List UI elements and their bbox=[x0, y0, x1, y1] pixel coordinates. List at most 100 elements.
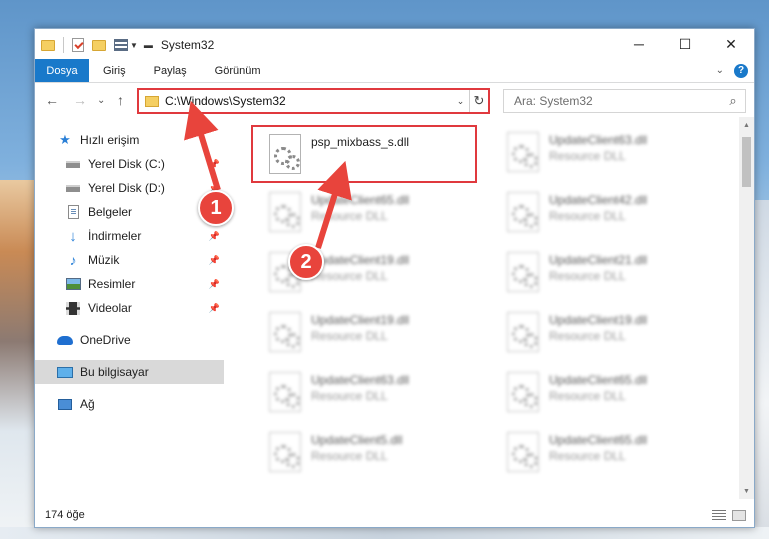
disk-icon bbox=[65, 180, 81, 196]
dll-file-icon bbox=[507, 192, 539, 232]
tab-file[interactable]: Dosya bbox=[35, 59, 89, 82]
expand-ribbon-icon[interactable]: ⌄ bbox=[716, 65, 724, 76]
sidebar-item-label: Müzik bbox=[88, 253, 120, 267]
sidebar-item-documents[interactable]: Belgeler 📌 bbox=[35, 200, 224, 224]
file-type: Resource DLL bbox=[549, 209, 626, 223]
properties-icon[interactable] bbox=[72, 38, 84, 52]
minimize-button[interactable]: ─ bbox=[616, 29, 662, 59]
star-icon: ★ bbox=[59, 132, 71, 147]
pin-icon[interactable]: 📌 bbox=[209, 159, 220, 170]
sidebar-item-downloads[interactable]: ↓ İndirmeler 📌 bbox=[35, 224, 224, 248]
sidebar-item-label: Yerel Disk (D:) bbox=[88, 181, 165, 195]
sidebar-item-disk-c[interactable]: Yerel Disk (C:) 📌 bbox=[35, 152, 224, 176]
navigation-row: ← → ⌄ ↑ C:\Windows\System32 ⌄ ↻ Ara: Sys… bbox=[35, 86, 754, 116]
scroll-up-icon[interactable]: ▲ bbox=[739, 117, 754, 133]
file-item[interactable]: UpdateClient19.dll Resource DLL bbox=[253, 245, 473, 301]
sidebar-item-label: Bu bilgisayar bbox=[80, 365, 149, 379]
view-dropdown-icon[interactable]: ▼ bbox=[130, 41, 138, 50]
window-controls: ─ ☐ ✕ bbox=[616, 29, 754, 59]
sidebar-item-music[interactable]: ♪ Müzik 📌 bbox=[35, 248, 224, 272]
pin-icon[interactable]: 📌 bbox=[209, 303, 220, 314]
file-item[interactable]: UpdateClient63.dll Resource DLL bbox=[253, 365, 473, 421]
customize-toolbar-icon[interactable]: ▬ bbox=[144, 40, 153, 50]
help-icon[interactable]: ? bbox=[734, 63, 748, 78]
music-icon: ♪ bbox=[69, 252, 77, 268]
file-name: UpdateClient65.dll bbox=[549, 433, 648, 447]
sidebar-item-label: Belgeler bbox=[88, 205, 133, 219]
file-type: Resource DLL bbox=[311, 389, 388, 403]
file-item[interactable]: UpdateClient65.dll Resource DLL bbox=[491, 365, 711, 421]
sidebar-item-pictures[interactable]: Resimler 📌 bbox=[35, 272, 224, 296]
search-box[interactable]: Ara: System32 ⌕ bbox=[503, 89, 746, 113]
back-button[interactable]: ← bbox=[45, 92, 59, 108]
vertical-scrollbar[interactable]: ▲ ▼ bbox=[739, 117, 754, 499]
recent-locations-button[interactable]: ⌄ bbox=[97, 95, 105, 106]
sidebar-item-disk-d[interactable]: Yerel Disk (D:) 📌 bbox=[35, 176, 224, 200]
file-item[interactable]: UpdateClient65.dll Resource DLL bbox=[491, 425, 711, 481]
computer-icon bbox=[57, 364, 73, 380]
large-icons-view-icon[interactable] bbox=[732, 509, 746, 521]
dll-file-icon bbox=[269, 192, 301, 232]
file-name: UpdateClient63.dll bbox=[549, 133, 648, 147]
file-type: Resource DLL bbox=[311, 269, 388, 283]
pin-icon[interactable]: 📌 bbox=[209, 255, 220, 266]
tab-view[interactable]: Görünüm bbox=[201, 59, 275, 82]
scroll-thumb[interactable] bbox=[742, 137, 751, 187]
address-bar[interactable]: C:\Windows\System32 ⌄ ↻ bbox=[137, 88, 490, 114]
file-item[interactable]: UpdateClient21.dll Resource DLL bbox=[491, 245, 711, 301]
videos-icon bbox=[65, 300, 81, 316]
maximize-button[interactable]: ☐ bbox=[662, 29, 708, 59]
sidebar-item-label: Videolar bbox=[88, 301, 132, 315]
sidebar-item-label: Resimler bbox=[88, 277, 136, 291]
item-count: 174 öğe bbox=[45, 509, 85, 521]
dll-file-icon bbox=[269, 312, 301, 352]
search-icon[interactable]: ⌕ bbox=[721, 93, 745, 109]
title-bar: ▼ ▬ System32 ─ ☐ ✕ bbox=[35, 29, 754, 61]
dll-file-icon bbox=[269, 432, 301, 472]
address-dropdown-button[interactable]: ⌄ bbox=[452, 90, 470, 112]
step-2-badge: 2 bbox=[288, 244, 324, 280]
tab-home[interactable]: Giriş bbox=[89, 59, 140, 82]
file-item[interactable]: UpdateClient19.dll Resource DLL bbox=[253, 305, 473, 361]
folder-icon bbox=[41, 39, 55, 51]
file-item[interactable]: UpdateClient65.dll Resource DLL bbox=[253, 185, 473, 241]
onedrive-icon bbox=[57, 332, 73, 348]
file-name: UpdateClient5.dll bbox=[311, 433, 403, 447]
status-bar: 174 öğe bbox=[35, 503, 754, 527]
tab-share[interactable]: Paylaş bbox=[140, 59, 201, 82]
file-item[interactable]: UpdateClient19.dll Resource DLL bbox=[491, 305, 711, 361]
file-type: Resource DLL bbox=[549, 389, 626, 403]
address-path[interactable]: C:\Windows\System32 bbox=[165, 94, 452, 108]
sidebar-item-onedrive[interactable]: OneDrive bbox=[35, 328, 224, 352]
file-item[interactable]: UpdateClient5.dll Resource DLL bbox=[253, 425, 473, 481]
forward-button[interactable]: → bbox=[73, 92, 87, 108]
new-folder-icon[interactable] bbox=[92, 39, 106, 51]
file-item[interactable]: UpdateClient42.dll Resource DLL bbox=[491, 185, 711, 241]
sidebar-item-this-pc[interactable]: Bu bilgisayar bbox=[35, 360, 224, 384]
disk-icon bbox=[65, 156, 81, 172]
search-placeholder[interactable]: Ara: System32 bbox=[514, 94, 721, 108]
file-list: psp_mixbass_s.dll UpdateClient63.dll Reso… bbox=[235, 117, 740, 497]
sidebar-item-quick-access[interactable]: ★ Hızlı erişim bbox=[35, 128, 224, 152]
refresh-button[interactable]: ↻ bbox=[470, 90, 488, 112]
file-item[interactable]: UpdateClient63.dll Resource DLL bbox=[491, 125, 711, 181]
close-button[interactable]: ✕ bbox=[708, 29, 754, 59]
details-view-icon[interactable] bbox=[712, 509, 726, 521]
toolbar-divider bbox=[63, 37, 64, 53]
sidebar-item-network[interactable]: Ağ bbox=[35, 392, 224, 416]
pin-icon[interactable]: 📌 bbox=[209, 279, 220, 290]
view-icon[interactable] bbox=[114, 39, 128, 51]
sidebar-item-label: Hızlı erişim bbox=[80, 133, 140, 147]
file-name: UpdateClient19.dll bbox=[549, 313, 648, 327]
file-item-psp-mixbass[interactable]: psp_mixbass_s.dll bbox=[251, 125, 477, 183]
sidebar-item-videos[interactable]: Videolar 📌 bbox=[35, 296, 224, 320]
desktop-background-left bbox=[0, 180, 34, 539]
folder-icon bbox=[145, 95, 159, 107]
dll-file-icon bbox=[507, 432, 539, 472]
up-button[interactable]: ↑ bbox=[117, 92, 124, 108]
dll-file-icon bbox=[507, 132, 539, 172]
scroll-down-icon[interactable]: ▼ bbox=[739, 483, 754, 499]
file-type: Resource DLL bbox=[549, 329, 626, 343]
pin-icon[interactable]: 📌 bbox=[209, 231, 220, 242]
step-1-badge: 1 bbox=[198, 190, 234, 226]
